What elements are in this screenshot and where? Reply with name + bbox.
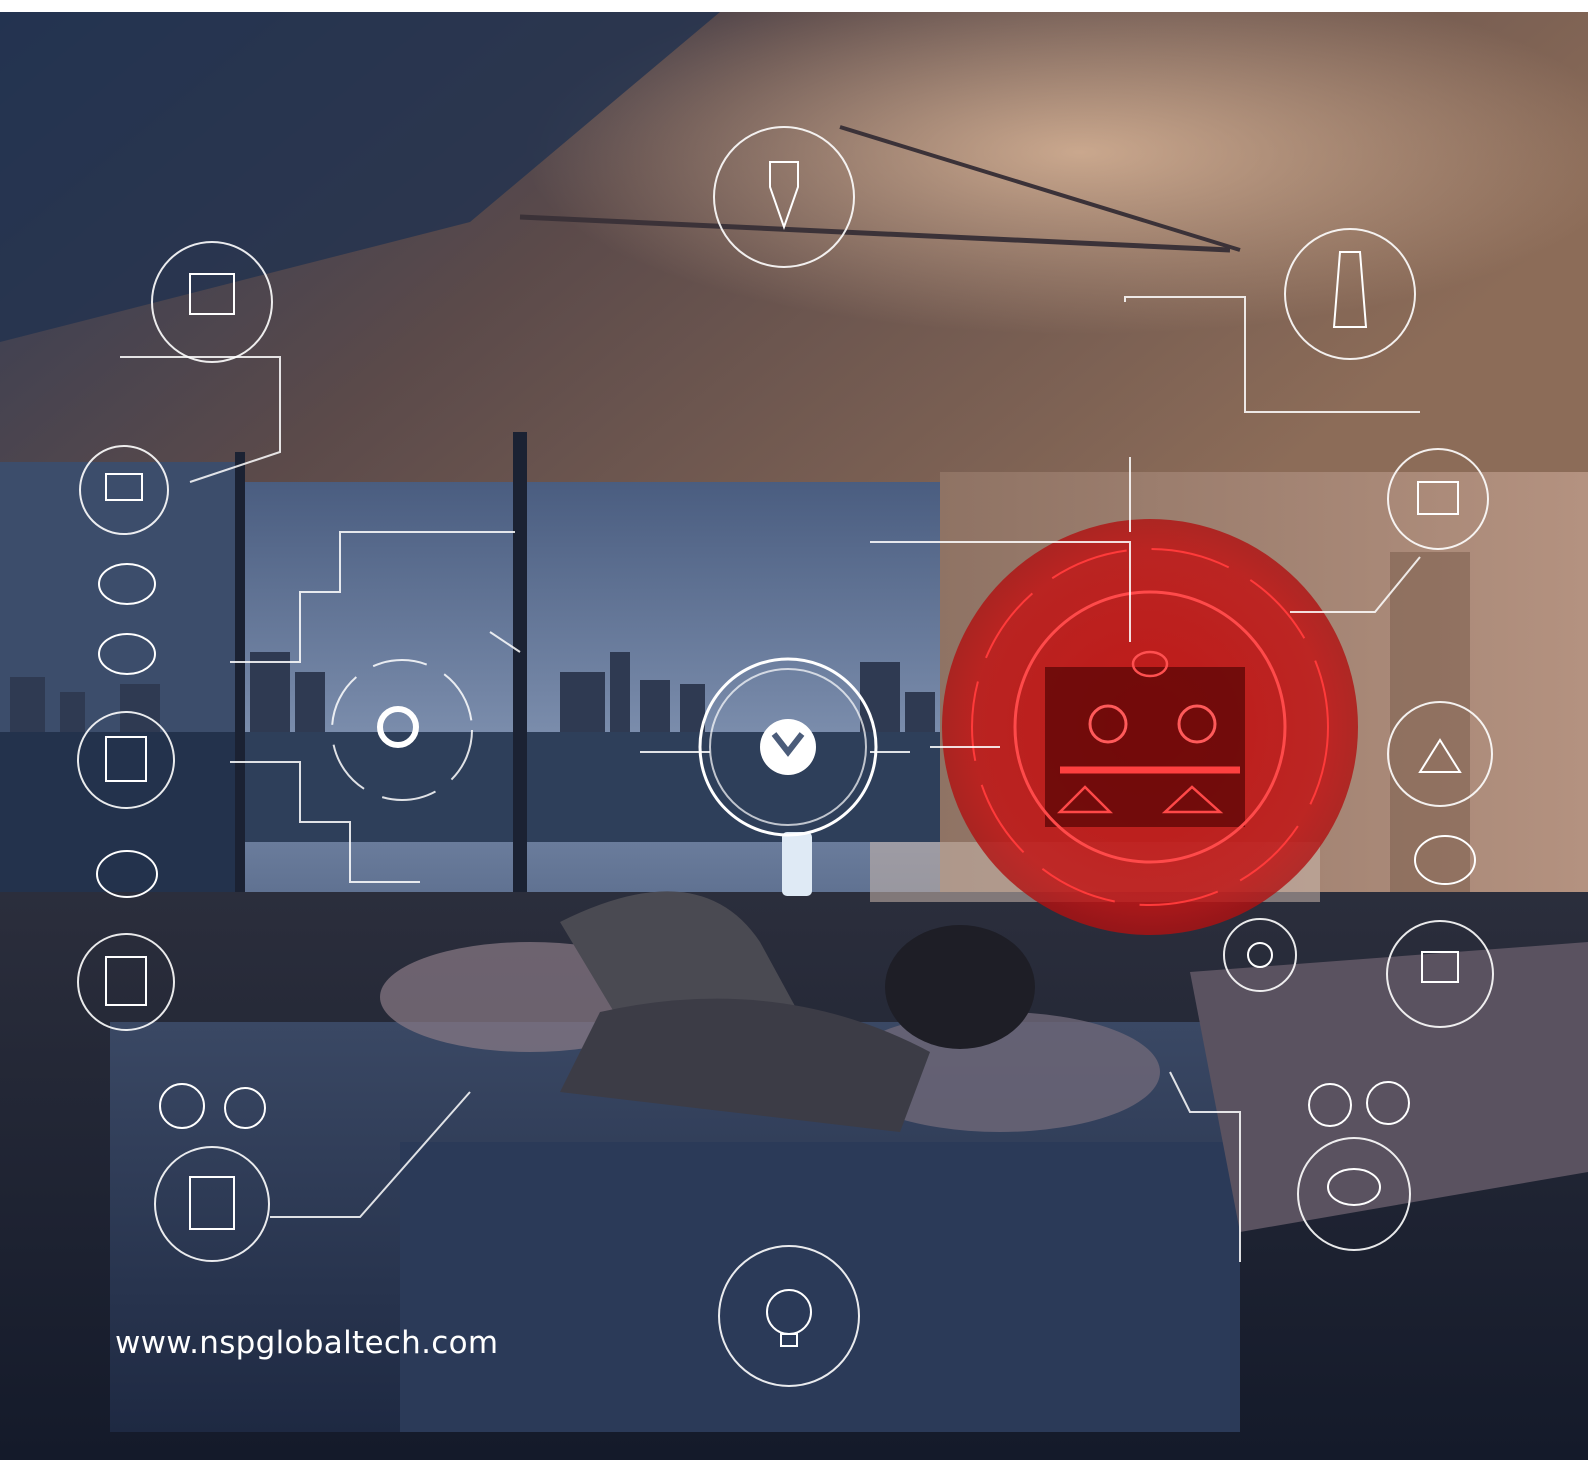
smart-home-photo bbox=[0, 12, 1588, 1460]
website-url: www.nspglobaltech.com bbox=[115, 1325, 499, 1361]
photo-frame: www.nspglobaltech.com bbox=[0, 12, 1588, 1460]
